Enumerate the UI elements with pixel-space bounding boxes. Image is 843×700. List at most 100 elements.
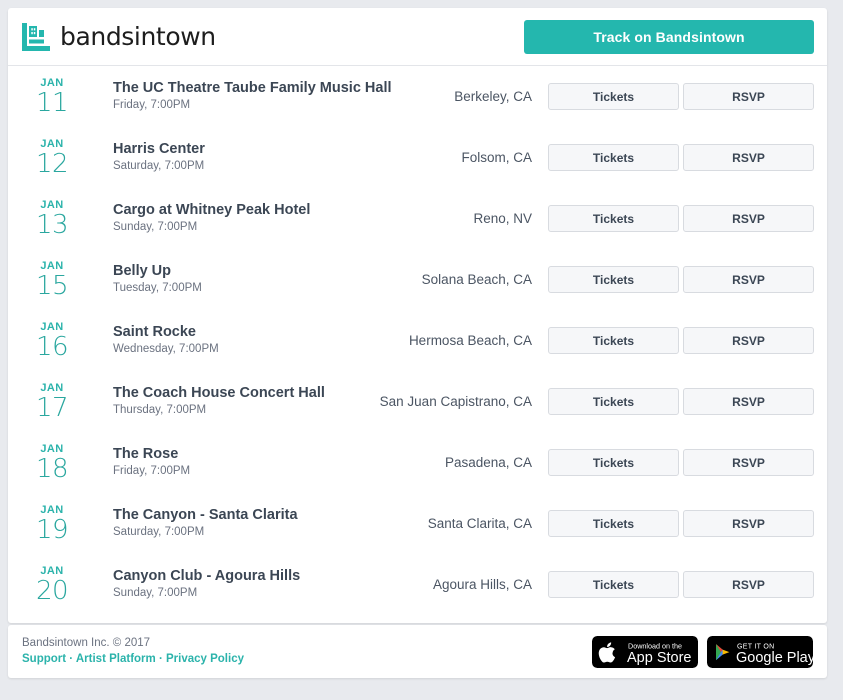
event-actions: TicketsRSVP <box>548 144 814 171</box>
rsvp-button[interactable]: RSVP <box>683 83 814 110</box>
footer-card: Bandsintown Inc. © 2017 Support · Artist… <box>8 625 827 678</box>
event-row[interactable]: JAN18The RoseFriday, 7:00PMPasadena, CAT… <box>8 432 827 493</box>
rsvp-button[interactable]: RSVP <box>683 144 814 171</box>
event-datetime: Saturday, 7:00PM <box>113 159 461 175</box>
event-info: Canyon Club - Agoura HillsSunday, 7:00PM <box>83 567 433 602</box>
event-day: 18 <box>21 456 83 482</box>
tickets-button[interactable]: Tickets <box>548 205 679 232</box>
event-day: 12 <box>21 151 83 177</box>
tickets-button[interactable]: Tickets <box>548 266 679 293</box>
event-venue: The UC Theatre Taube Family Music Hall <box>113 79 454 97</box>
event-date: JAN20 <box>21 566 83 604</box>
event-row[interactable]: JAN19The Canyon - Santa ClaritaSaturday,… <box>8 493 827 554</box>
event-venue: Saint Rocke <box>113 323 409 341</box>
event-date: JAN15 <box>21 261 83 299</box>
tickets-button[interactable]: Tickets <box>548 388 679 415</box>
event-actions: TicketsRSVP <box>548 83 814 110</box>
event-row[interactable]: JAN11The UC Theatre Taube Family Music H… <box>8 66 827 127</box>
event-date: JAN11 <box>21 78 83 116</box>
events-list: JAN11The UC Theatre Taube Family Music H… <box>8 66 827 623</box>
event-month: JAN <box>21 383 83 394</box>
event-day: 13 <box>21 212 83 238</box>
event-actions: TicketsRSVP <box>548 571 814 598</box>
event-month: JAN <box>21 78 83 89</box>
event-month: JAN <box>21 139 83 150</box>
event-info: The RoseFriday, 7:00PM <box>83 445 445 480</box>
event-location: Solana Beach, CA <box>422 272 548 287</box>
event-day: 20 <box>21 578 83 604</box>
event-venue: Belly Up <box>113 262 422 280</box>
event-actions: TicketsRSVP <box>548 449 814 476</box>
event-date: JAN18 <box>21 444 83 482</box>
rsvp-button[interactable]: RSVP <box>683 327 814 354</box>
app-store-badge[interactable]: Download on the App Store <box>592 636 698 668</box>
event-datetime: Sunday, 7:00PM <box>113 220 473 236</box>
event-actions: TicketsRSVP <box>548 205 814 232</box>
event-month: JAN <box>21 505 83 516</box>
event-info: The Canyon - Santa ClaritaSaturday, 7:00… <box>83 506 428 541</box>
event-venue: Harris Center <box>113 140 461 158</box>
event-actions: TicketsRSVP <box>548 388 814 415</box>
track-on-bandsintown-button[interactable]: Track on Bandsintown <box>524 20 814 54</box>
tickets-button[interactable]: Tickets <box>548 449 679 476</box>
event-actions: TicketsRSVP <box>548 510 814 537</box>
event-date: JAN12 <box>21 139 83 177</box>
event-datetime: Tuesday, 7:00PM <box>113 281 422 297</box>
footer-link-privacy-policy[interactable]: Privacy Policy <box>166 653 244 665</box>
event-row[interactable]: JAN20Canyon Club - Agoura HillsSunday, 7… <box>8 554 827 615</box>
rsvp-button[interactable]: RSVP <box>683 266 814 293</box>
google-play-badge[interactable]: GET IT ON Google Play <box>707 636 813 668</box>
event-location: San Juan Capistrano, CA <box>380 394 548 409</box>
event-row[interactable]: JAN12Harris CenterSaturday, 7:00PMFolsom… <box>8 127 827 188</box>
footer-link-artist-platform[interactable]: Artist Platform <box>76 653 156 665</box>
event-info: Harris CenterSaturday, 7:00PM <box>83 140 461 175</box>
event-row[interactable]: JAN16Saint RockeWednesday, 7:00PMHermosa… <box>8 310 827 371</box>
tickets-button[interactable]: Tickets <box>548 327 679 354</box>
rsvp-button[interactable]: RSVP <box>683 205 814 232</box>
rsvp-button[interactable]: RSVP <box>683 571 814 598</box>
event-date: JAN16 <box>21 322 83 360</box>
event-row[interactable]: JAN13Cargo at Whitney Peak HotelSunday, … <box>8 188 827 249</box>
event-venue: The Rose <box>113 445 445 463</box>
app-store-large-text: App Store <box>627 650 692 666</box>
tickets-button[interactable]: Tickets <box>548 144 679 171</box>
brand[interactable]: bandsintown <box>21 22 216 52</box>
event-venue: The Coach House Concert Hall <box>113 384 380 402</box>
rsvp-button[interactable]: RSVP <box>683 449 814 476</box>
event-location: Berkeley, CA <box>454 89 548 104</box>
footer-text-block: Bandsintown Inc. © 2017 Support · Artist… <box>22 636 244 667</box>
tickets-button[interactable]: Tickets <box>548 571 679 598</box>
event-row[interactable]: JAN17 The Coach House Concert HallThursda… <box>8 371 827 432</box>
event-datetime: Thursday, 7:00PM <box>113 403 380 419</box>
event-info: Belly UpTuesday, 7:00PM <box>83 262 422 297</box>
event-day: 16 <box>21 334 83 360</box>
tickets-button[interactable]: Tickets <box>548 83 679 110</box>
event-location: Agoura Hills, CA <box>433 577 548 592</box>
event-day: 11 <box>21 90 83 116</box>
rsvp-button[interactable]: RSVP <box>683 388 814 415</box>
event-row[interactable]: JAN15Belly UpTuesday, 7:00PMSolana Beach… <box>8 249 827 310</box>
event-day: 19 <box>21 517 83 543</box>
event-location: Santa Clarita, CA <box>428 516 548 531</box>
event-datetime: Saturday, 7:00PM <box>113 525 428 541</box>
app-badges: Download on the App Store GET IT ON Goog… <box>592 636 813 668</box>
event-day: 17 <box>21 395 83 421</box>
clipped-bottom-bar <box>0 692 843 700</box>
event-venue: The Canyon - Santa Clarita <box>113 506 428 524</box>
footer-link-support[interactable]: Support <box>22 653 66 665</box>
brand-wordmark: bandsintown <box>60 24 216 49</box>
event-month: JAN <box>21 322 83 333</box>
event-info: The UC Theatre Taube Family Music HallFr… <box>83 79 454 114</box>
event-actions: TicketsRSVP <box>548 327 814 354</box>
rsvp-button[interactable]: RSVP <box>683 510 814 537</box>
event-venue: Canyon Club - Agoura Hills <box>113 567 433 585</box>
events-card: bandsintown Track on Bandsintown JAN11Th… <box>8 8 827 623</box>
card-header: bandsintown Track on Bandsintown <box>8 8 827 66</box>
event-datetime: Sunday, 7:00PM <box>113 586 433 602</box>
event-info: Saint RockeWednesday, 7:00PM <box>83 323 409 358</box>
page-root: bandsintown Track on Bandsintown JAN11Th… <box>0 0 843 700</box>
event-info: Cargo at Whitney Peak HotelSunday, 7:00P… <box>83 201 473 236</box>
event-date: JAN17 <box>21 383 83 421</box>
tickets-button[interactable]: Tickets <box>548 510 679 537</box>
event-datetime: Wednesday, 7:00PM <box>113 342 409 358</box>
